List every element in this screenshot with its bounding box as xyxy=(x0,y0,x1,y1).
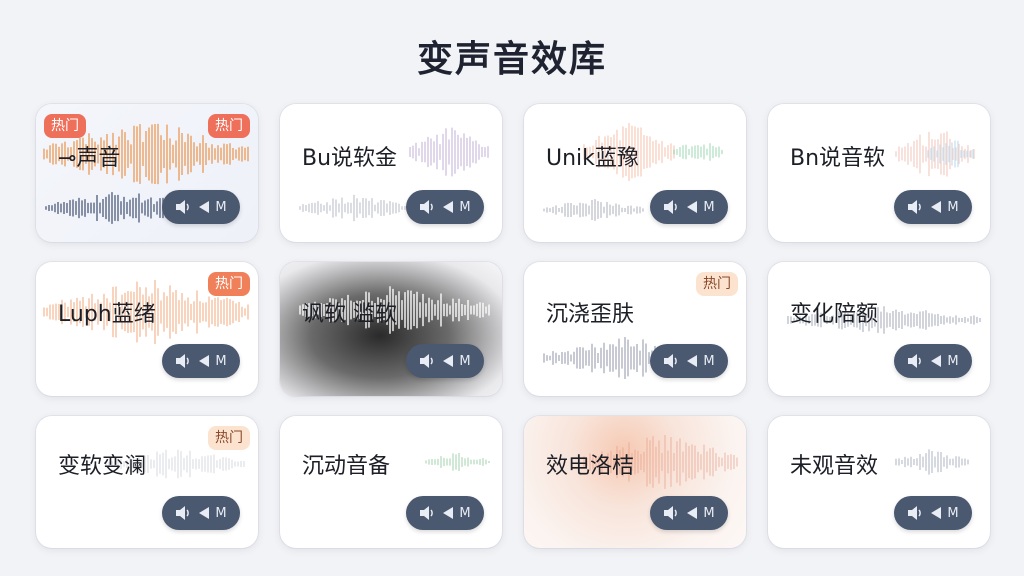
speaker-icon xyxy=(420,200,434,214)
play-label: M xyxy=(703,353,715,369)
sound-card-1[interactable]: 热门 热门 ⊸声音 M xyxy=(36,104,258,242)
play-triangle-icon xyxy=(931,355,942,367)
play-label: M xyxy=(947,353,959,369)
speaker-icon xyxy=(664,506,678,520)
play-triangle-icon xyxy=(199,355,210,367)
sound-name: ⊸声音 xyxy=(58,146,121,171)
play-label: M xyxy=(947,505,959,521)
play-label: M xyxy=(459,505,471,521)
sound-card-7[interactable]: 热门 沉浇歪肤 M xyxy=(524,262,746,396)
play-label: M xyxy=(215,505,227,521)
sound-name: 沉动音备 xyxy=(302,454,391,479)
play-button[interactable]: M xyxy=(406,190,484,224)
play-label: M xyxy=(459,199,471,215)
sound-name: Unik蓝豫 xyxy=(546,146,639,171)
sound-effect-grid: 热门 热门 ⊸声音 M Bu说软金 M Unik蓝豫 M Bn说音软 M 热门 … xyxy=(36,104,990,548)
play-label: M xyxy=(703,505,715,521)
play-label: M xyxy=(215,199,227,215)
sound-card-12[interactable]: 未观音效 M xyxy=(768,416,990,548)
hot-badge: 热门 xyxy=(208,272,250,296)
speaker-icon xyxy=(176,354,190,368)
page-title: 变声音效库 xyxy=(416,39,607,80)
sound-card-11[interactable]: 效电洛桔 M xyxy=(524,416,746,548)
hot-badge: 热门 xyxy=(208,114,250,138)
speaker-icon xyxy=(908,506,922,520)
play-button[interactable]: M xyxy=(650,344,728,378)
play-triangle-icon xyxy=(687,355,698,367)
sound-name: Bn说音软 xyxy=(790,146,886,171)
play-triangle-icon xyxy=(931,201,942,213)
sound-card-2[interactable]: Bu说软金 M xyxy=(280,104,502,242)
speaker-icon xyxy=(664,200,678,214)
sound-card-6[interactable]: 讽软 滥软 M xyxy=(280,262,502,396)
play-button[interactable]: M xyxy=(894,190,972,224)
sound-name: Luph蓝绪 xyxy=(58,302,156,327)
sound-card-5[interactable]: 热门 Luph蓝绪 M xyxy=(36,262,258,396)
speaker-icon xyxy=(908,354,922,368)
play-triangle-icon xyxy=(199,201,210,213)
sound-name: 变化陪额 xyxy=(790,302,879,327)
play-label: M xyxy=(215,353,227,369)
speaker-icon xyxy=(908,200,922,214)
sound-name: Bu说软金 xyxy=(302,146,398,171)
sound-card-4[interactable]: Bn说音软 M xyxy=(768,104,990,242)
hot-badge: 热门 xyxy=(208,426,250,450)
hot-badge: 热门 xyxy=(44,114,86,138)
play-button[interactable]: M xyxy=(650,496,728,530)
speaker-icon xyxy=(176,200,190,214)
play-triangle-icon xyxy=(443,507,454,519)
play-button[interactable]: M xyxy=(894,496,972,530)
play-label: M xyxy=(459,353,471,369)
play-button[interactable]: M xyxy=(162,190,240,224)
sound-name: 未观音效 xyxy=(790,454,879,479)
play-button[interactable]: M xyxy=(650,190,728,224)
play-button[interactable]: M xyxy=(162,496,240,530)
sound-card-3[interactable]: Unik蓝豫 M xyxy=(524,104,746,242)
play-triangle-icon xyxy=(931,507,942,519)
play-button[interactable]: M xyxy=(894,344,972,378)
sound-card-10[interactable]: 沉动音备 M xyxy=(280,416,502,548)
play-triangle-icon xyxy=(687,507,698,519)
hot-badge: 热门 xyxy=(696,272,738,296)
play-triangle-icon xyxy=(687,201,698,213)
speaker-icon xyxy=(420,354,434,368)
play-triangle-icon xyxy=(199,507,210,519)
speaker-icon xyxy=(664,354,678,368)
sound-name: 效电洛桔 xyxy=(546,454,635,479)
play-label: M xyxy=(947,199,959,215)
play-label: M xyxy=(703,199,715,215)
sound-card-8[interactable]: 变化陪额 M xyxy=(768,262,990,396)
play-triangle-icon xyxy=(443,355,454,367)
sound-name: 变软变澜 xyxy=(58,454,147,479)
sound-name: 讽软 滥软 xyxy=(302,302,397,327)
speaker-icon xyxy=(176,506,190,520)
play-triangle-icon xyxy=(443,201,454,213)
play-button[interactable]: M xyxy=(406,496,484,530)
speaker-icon xyxy=(420,506,434,520)
sound-card-9[interactable]: 热门 变软变澜 M xyxy=(36,416,258,548)
sound-name: 沉浇歪肤 xyxy=(546,302,635,327)
play-button[interactable]: M xyxy=(406,344,484,378)
play-button[interactable]: M xyxy=(162,344,240,378)
